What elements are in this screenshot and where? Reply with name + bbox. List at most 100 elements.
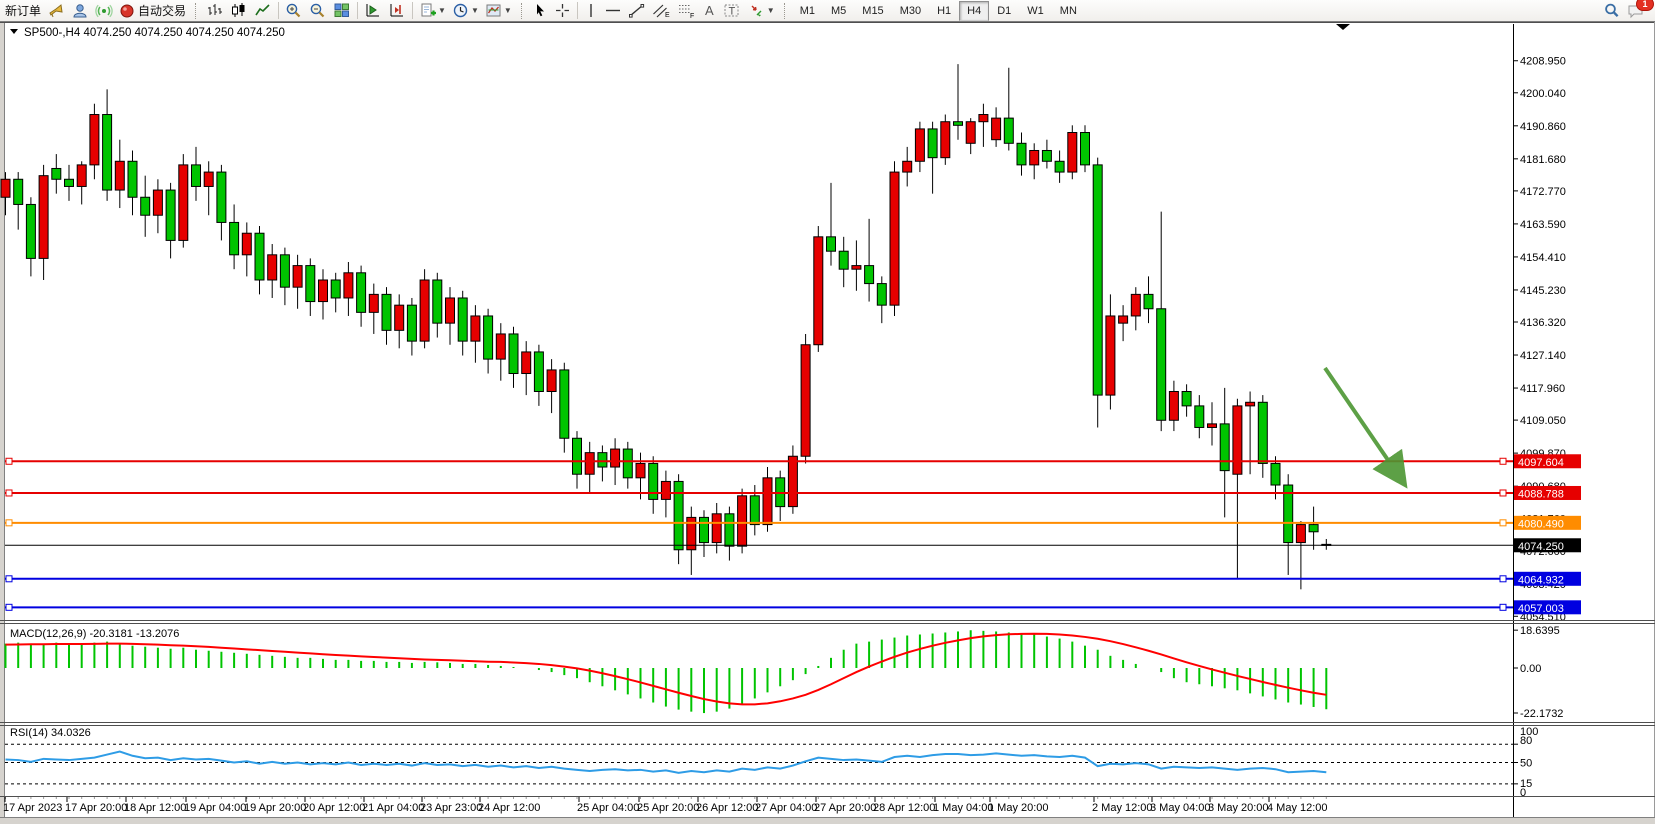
- time-axis-label: 3 May 20:00: [1208, 802, 1269, 814]
- candle: [344, 273, 353, 298]
- candle: [1, 179, 10, 197]
- candle: [357, 273, 366, 313]
- candle: [598, 453, 607, 467]
- price-axis-label: 4181.680: [1520, 154, 1566, 166]
- candle: [1119, 316, 1128, 323]
- price-axis-label: 4136.320: [1520, 317, 1566, 329]
- candle: [839, 251, 848, 269]
- candle: [382, 294, 391, 330]
- candle: [636, 463, 645, 477]
- candle: [1271, 463, 1280, 485]
- candle: [26, 204, 35, 258]
- chart-title-bar: SP500-,H4 4074.250 4074.250 4074.250 407…: [10, 27, 285, 39]
- candle: [192, 165, 201, 187]
- candle: [788, 456, 797, 506]
- candle: [166, 190, 175, 240]
- candle: [712, 514, 721, 543]
- candle: [1246, 402, 1255, 406]
- time-axis-label: 27 Apr 20:00: [814, 802, 876, 814]
- candle: [179, 165, 188, 241]
- candle: [446, 298, 455, 323]
- time-axis-label: 26 Apr 12:00: [696, 802, 758, 814]
- time-axis-label: 28 Apr 12:00: [873, 802, 935, 814]
- candle: [1055, 161, 1064, 172]
- candle: [814, 237, 823, 345]
- time-axis-label: 17 Apr 20:00: [65, 802, 127, 814]
- candle: [1182, 391, 1191, 405]
- rsi-scale-label: 80: [1520, 735, 1532, 747]
- candle: [458, 298, 467, 341]
- macd-label: MACD(12,26,9) -20.3181 -13.2076: [10, 628, 179, 640]
- candle: [1081, 133, 1090, 165]
- candle: [1144, 294, 1153, 308]
- candle: [433, 280, 442, 323]
- candle: [1296, 525, 1305, 543]
- price-axis-label: 4127.140: [1520, 350, 1566, 362]
- rsi-label: RSI(14) 34.0326: [10, 727, 91, 739]
- candle: [331, 280, 340, 298]
- candle: [204, 172, 213, 186]
- price-axis-label: 4200.040: [1520, 88, 1566, 100]
- time-axis-label: 17 Apr 2023: [3, 802, 62, 814]
- candle: [1309, 525, 1318, 532]
- candle: [674, 481, 683, 549]
- candle: [573, 438, 582, 474]
- time-axis-label: 19 Apr 04:00: [184, 802, 246, 814]
- price-axis-label: 4117.960: [1520, 383, 1565, 395]
- time-axis-label: 2 May 12:00: [1092, 802, 1153, 814]
- rsi-scale-label: 50: [1520, 758, 1532, 770]
- price-axis-label: 4190.860: [1520, 121, 1566, 133]
- candle: [560, 370, 569, 438]
- candle: [941, 122, 950, 158]
- candle: [1220, 424, 1229, 471]
- candle: [992, 118, 1001, 140]
- candle: [217, 172, 226, 222]
- candle: [966, 122, 975, 144]
- candle: [954, 122, 963, 126]
- candle: [763, 478, 772, 525]
- candle: [65, 179, 74, 186]
- candle: [230, 222, 239, 254]
- candle: [865, 266, 874, 284]
- time-axis-label: 4 May 12:00: [1267, 802, 1328, 814]
- candle: [153, 190, 162, 215]
- candle: [1004, 118, 1013, 143]
- price-line-badge-label: 4057.003: [1518, 603, 1564, 615]
- candle: [1195, 406, 1204, 428]
- candle: [522, 352, 531, 374]
- candle: [268, 255, 277, 280]
- rsi-scale-label: 0: [1520, 787, 1526, 799]
- candle: [1233, 406, 1242, 474]
- candle: [890, 172, 899, 305]
- candle: [1157, 309, 1166, 421]
- candle: [39, 176, 48, 259]
- candle: [420, 280, 429, 341]
- candle: [90, 115, 99, 165]
- candle: [306, 266, 315, 302]
- candle: [1042, 150, 1051, 161]
- candle: [471, 316, 480, 341]
- time-axis-label: 25 Apr 04:00: [577, 802, 639, 814]
- time-axis-label: 3 May 04:00: [1150, 802, 1211, 814]
- price-axis-label: 4109.050: [1520, 415, 1566, 427]
- candle: [738, 496, 747, 546]
- chart-window[interactable]: 4208.9504200.0404190.8604181.6804172.770…: [0, 0, 1655, 824]
- candle: [128, 161, 137, 197]
- candle: [1258, 402, 1267, 463]
- candle: [509, 334, 518, 374]
- candle: [611, 449, 620, 467]
- time-axis-label: 1 May 20:00: [988, 802, 1049, 814]
- time-axis-label: 23 Apr 23:00: [420, 802, 482, 814]
- price-line-badge-label: 4080.490: [1518, 518, 1564, 530]
- price-line-badge-label: 4088.788: [1518, 488, 1564, 500]
- candle: [623, 449, 632, 478]
- candle: [585, 453, 594, 475]
- candle: [395, 305, 404, 330]
- candle: [496, 334, 505, 359]
- time-axis-label: 18 Apr 12:00: [124, 802, 186, 814]
- time-axis-label: 1 May 04:00: [933, 802, 994, 814]
- macd-scale-label: 18.6395: [1520, 625, 1560, 637]
- candle: [1030, 150, 1039, 164]
- candle: [293, 266, 302, 288]
- candle: [242, 233, 251, 255]
